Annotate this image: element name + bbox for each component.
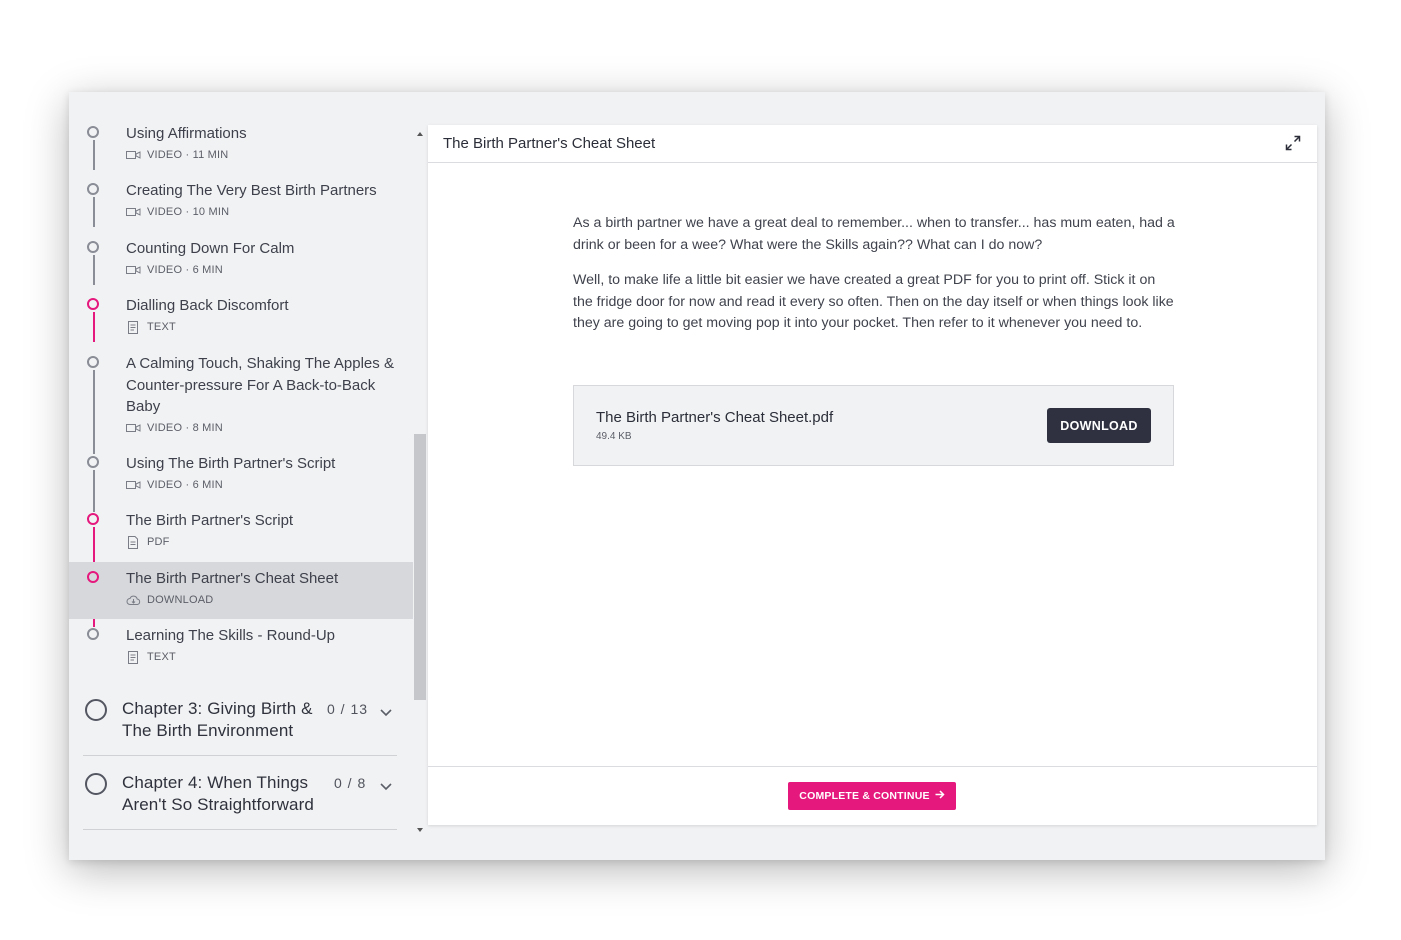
chapter-3-header[interactable]: Chapter 3: Giving Birth & The Birth Envi… [83, 697, 399, 757]
download-attachment: The Birth Partner's Cheat Sheet.pdf 49.4… [573, 385, 1174, 466]
lesson-meta: VIDEO · 11 MIN [147, 149, 229, 161]
lesson-item[interactable]: A Calming Touch, Shaking The Apples & Co… [69, 350, 413, 450]
complete-and-continue-label: COMPLETE & CONTINUE [799, 790, 930, 802]
scroll-down-arrow[interactable] [417, 820, 423, 832]
chevron-down-icon[interactable] [379, 779, 393, 791]
lesson-meta: VIDEO · 10 MIN [147, 206, 230, 218]
lesson-status-icon [87, 628, 99, 640]
lesson-meta: VIDEO · 8 MIN [147, 422, 223, 434]
lesson-meta: TEXT [147, 321, 176, 333]
chevron-down-icon[interactable] [379, 705, 393, 717]
video-icon [126, 206, 141, 218]
lesson-status-icon [87, 126, 99, 138]
lesson-header: The Birth Partner's Cheat Sheet [428, 125, 1317, 163]
chapter-title: Chapter 3: Giving Birth & The Birth Envi… [122, 699, 313, 740]
expand-icon[interactable] [1285, 135, 1301, 151]
pdf-icon [126, 536, 141, 549]
lesson-item[interactable]: The Birth Partner's Script PDF [69, 507, 413, 564]
text-doc-icon [126, 321, 141, 334]
body-paragraph: As a birth partner we have a great deal … [573, 215, 1175, 253]
lesson-footer: COMPLETE & CONTINUE [428, 766, 1317, 826]
course-player-window: Using Affirmations VIDEO · 11 MIN Creati… [69, 92, 1325, 860]
lesson-title: Creating The Very Best Birth Partners [126, 182, 377, 199]
lesson-status-icon [87, 456, 99, 468]
lesson-item[interactable]: Using The Birth Partner's Script VIDEO ·… [69, 450, 413, 507]
cloud-download-icon [126, 594, 141, 606]
lesson-item[interactable]: Using Affirmations VIDEO · 11 MIN [69, 120, 413, 177]
lesson-meta: TEXT [147, 651, 176, 663]
lesson-item-active[interactable]: The Birth Partner's Cheat Sheet DOWNLOAD [69, 562, 413, 619]
lesson-title: Using Affirmations [126, 125, 247, 142]
chapter-4-header[interactable]: Chapter 4: When Things Aren't So Straigh… [83, 771, 399, 831]
chapter-divider [83, 829, 397, 830]
lesson-meta: VIDEO · 6 MIN [147, 264, 223, 276]
video-icon [126, 264, 141, 276]
body-paragraph: Well, to make life a little bit easier w… [573, 272, 1174, 332]
arrow-right-icon [935, 790, 945, 802]
lesson-title-heading: The Birth Partner's Cheat Sheet [443, 135, 656, 152]
lesson-item[interactable]: Learning The Skills - Round-Up TEXT [69, 622, 413, 679]
video-icon [126, 149, 141, 161]
scrollbar-thumb[interactable] [414, 434, 426, 700]
lesson-item[interactable]: Creating The Very Best Birth Partners VI… [69, 177, 413, 234]
sidebar-scrollbar[interactable] [414, 122, 426, 828]
file-name: The Birth Partner's Cheat Sheet.pdf [596, 409, 834, 426]
download-button[interactable]: DOWNLOAD [1047, 408, 1151, 443]
lesson-title: Using The Birth Partner's Script [126, 455, 336, 472]
chapter-status-icon [85, 773, 107, 795]
video-icon [126, 479, 141, 491]
lesson-title: Dialling Back Discomfort [126, 297, 289, 314]
complete-and-continue-button[interactable]: COMPLETE & CONTINUE [788, 782, 956, 810]
lesson-content-panel: The Birth Partner's Cheat Sheet As a bir… [428, 125, 1317, 825]
lesson-meta: PDF [147, 536, 170, 548]
lesson-complete-icon [87, 513, 99, 525]
video-icon [126, 422, 141, 434]
text-doc-icon [126, 651, 141, 664]
chapter-progress-count: 0 / 13 [327, 701, 369, 717]
lesson-status-icon [87, 183, 99, 195]
lesson-complete-icon [87, 571, 99, 583]
lesson-status-icon [87, 356, 99, 368]
curriculum-sidebar: Using Affirmations VIDEO · 11 MIN Creati… [69, 92, 413, 860]
lesson-body: As a birth partner we have a great deal … [573, 213, 1178, 349]
chapter-title: Chapter 4: When Things Aren't So Straigh… [122, 773, 314, 814]
lesson-title: The Birth Partner's Cheat Sheet [126, 570, 339, 587]
lesson-item[interactable]: Dialling Back Discomfort TEXT [69, 292, 413, 349]
lesson-title: Learning The Skills - Round-Up [126, 627, 335, 644]
chapter-divider [83, 755, 397, 756]
lesson-status-icon [87, 241, 99, 253]
lesson-complete-icon [87, 298, 99, 310]
lesson-meta: DOWNLOAD [147, 594, 214, 606]
file-size: 49.4 KB [596, 431, 632, 442]
lesson-meta: VIDEO · 6 MIN [147, 479, 223, 491]
lesson-title: Counting Down For Calm [126, 240, 295, 257]
chapter-progress-count: 0 / 8 [334, 775, 367, 791]
lesson-title: The Birth Partner's Script [126, 512, 294, 529]
lesson-item[interactable]: Counting Down For Calm VIDEO · 6 MIN [69, 235, 413, 292]
lesson-title: A Calming Touch, Shaking The Apples & Co… [126, 355, 394, 415]
chapter-status-icon [85, 699, 107, 721]
